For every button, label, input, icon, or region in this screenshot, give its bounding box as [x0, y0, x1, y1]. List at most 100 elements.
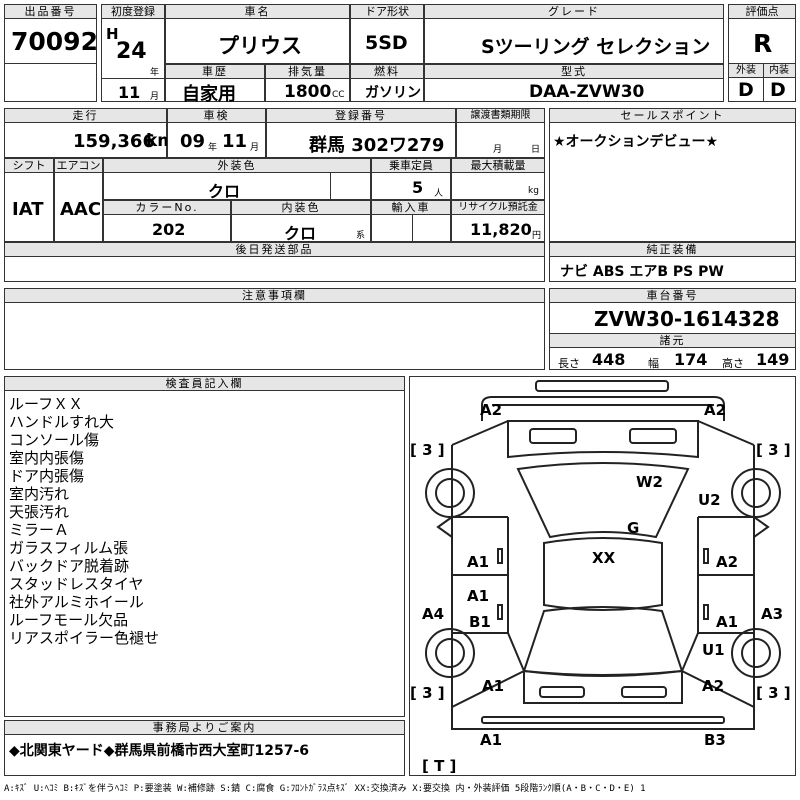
list-item: スタッドレスタイヤ: [9, 575, 144, 593]
history-header: 車歴: [166, 65, 264, 79]
list-item: ミラーＡ: [9, 521, 70, 539]
damage-bumper-left: A1: [480, 731, 503, 749]
year-unit: 年: [150, 68, 160, 78]
rear-right-tire: [731, 628, 781, 678]
list-item: リアスポイラー色褪せ: [9, 629, 160, 647]
mileage-header: 走行: [5, 109, 166, 123]
grade: Sツーリング セレクション: [481, 36, 711, 58]
inspection-year: 09: [180, 131, 206, 152]
max-load-header: 最大積載量: [452, 159, 544, 173]
sales-point-header: セールスポイント: [550, 109, 795, 123]
front-left-tire: [425, 468, 475, 518]
office-box: 事務局よりご案内 ◆北関東ヤード◆群馬県前橋市西大室町1257-6: [4, 720, 405, 776]
inspector-box: 検査員記入欄 ルーフＸＸ ハンドルすれ大 コンソール傷 室内内張傷 ドア内張傷 …: [4, 376, 405, 717]
grade-box: グレード Sツーリング セレクション: [424, 4, 724, 64]
interior-color: クロ: [284, 224, 317, 243]
length: 448: [592, 350, 626, 369]
person-unit: 人: [434, 189, 444, 199]
model-box: 型式 DAA-ZVW30: [424, 64, 724, 102]
rear-bumper-shape: [481, 716, 725, 724]
list-item: ルーフモール欠品: [9, 611, 129, 629]
damage-fender-right: U2: [698, 491, 721, 509]
genuine-equipment: ナビ ABS エアB PS PW: [560, 264, 724, 280]
inspection-month-unit: 月: [250, 143, 260, 153]
genuine-equipment-box: 純正装備 ナビ ABS エアB PS PW: [549, 242, 796, 282]
score-box: 評価点 R 外装 内装 D D: [728, 4, 796, 102]
color-no-header: カラーNo.: [104, 201, 230, 215]
ext-color-box: 外装色 クロ: [103, 158, 371, 201]
shift: IAT: [12, 199, 44, 220]
damage-door-front-right: A2: [716, 553, 739, 571]
damage-hood: W2: [636, 473, 663, 491]
capacity-header: 乗車定員: [372, 159, 450, 173]
ext-color-header: 外装色: [104, 159, 370, 173]
month-unit: 月: [150, 92, 160, 102]
first-registration-box: 初度登録 H 24 年 11 月: [101, 4, 165, 102]
color-no-box: カラーNo. 202: [103, 200, 231, 242]
tire-front-left: [ 3 ]: [410, 441, 445, 459]
office-header: 事務局よりご案内: [5, 721, 404, 735]
color-number: 202: [152, 220, 186, 239]
office-notice: ◆北関東ヤード◆群馬県前橋市西大室町1257-6: [9, 743, 310, 759]
later-parts-header: 後日発送部品: [5, 243, 544, 257]
specs-header: 諸元: [550, 333, 795, 348]
sales-point: ★オークションデビュー★: [553, 134, 719, 150]
yen-unit: 円: [532, 231, 542, 241]
damage-door-front-left: A1: [467, 553, 490, 571]
car-name: プリウス: [218, 34, 302, 58]
list-item: 社外アルミホイール: [9, 593, 144, 611]
width: 174: [674, 350, 708, 369]
tire-front-right: [ 3 ]: [756, 441, 791, 459]
import-header: 輸入車: [372, 201, 450, 215]
inspector-header: 検査員記入欄: [5, 377, 404, 391]
door-box: ドア形状 5SD: [350, 4, 424, 64]
inspection-year-unit: 年: [208, 143, 218, 153]
inspection-header: 車検: [168, 109, 265, 123]
damage-rear-left: A1: [482, 677, 505, 695]
list-item: コンソール傷: [9, 431, 100, 449]
front-right-tire: [731, 468, 781, 518]
kei-unit: 系: [356, 231, 366, 241]
inspection-month: 11: [222, 131, 248, 152]
chassis-header: 車台番号: [550, 289, 795, 303]
tire-rear-right: [ 3 ]: [756, 684, 791, 702]
list-item: バックドア脱着跡: [9, 557, 130, 575]
registration-month: 11: [118, 83, 141, 102]
first-registration-header: 初度登録: [102, 5, 164, 19]
deadline-day-unit: 日: [531, 145, 541, 155]
list-item: ガラスフィルム張: [9, 539, 129, 557]
front-bumper-shape: [535, 380, 669, 392]
model-header: 型式: [425, 65, 723, 79]
chassis-box: 車台番号 ZVW30-1614328 諸元 長さ 448 幅 174 高さ 14…: [549, 288, 796, 370]
recycle-box: リサイクル預託金 11,820 円: [451, 200, 545, 242]
car-name-box: 車名 プリウス: [165, 4, 350, 64]
recycle-fee: 11,820: [470, 220, 532, 239]
chassis-number: ZVW30-1614328: [594, 307, 780, 331]
kg-unit: kg: [528, 186, 539, 196]
list-item: ドア内張傷: [9, 467, 85, 485]
plate-header: 登録番号: [267, 109, 455, 123]
plate-number: 群馬 302ワ279: [309, 135, 445, 156]
hood-outline: [507, 420, 699, 459]
lot-number-box: 出品番号 70092: [4, 4, 98, 102]
max-load-box: 最大積載量 kg: [451, 158, 545, 200]
plate-box: 登録番号 群馬 302ワ279: [266, 108, 456, 158]
interior-header: 内装: [763, 64, 795, 78]
history-box: 車歴 自家用: [165, 64, 265, 105]
front-body-outline: [481, 396, 725, 421]
lot-number: 70092: [11, 27, 98, 56]
list-item: 室内内張傷: [9, 449, 85, 467]
registration-year: 24: [116, 39, 147, 64]
deadline-month-unit: 月: [493, 145, 503, 155]
displacement: 1800: [284, 82, 332, 102]
damage-front-left: A2: [480, 401, 503, 419]
notes-header: 注意事項欄: [5, 289, 544, 303]
damage-rocker-left: B1: [469, 613, 491, 631]
list-item: 天張汚れ: [9, 503, 70, 521]
mileage-box: 走行 159,366 km: [4, 108, 175, 158]
height: 149: [756, 350, 790, 369]
cc-unit: CC: [332, 90, 345, 100]
interior-score: D: [770, 79, 786, 101]
damage-rocker-left-side: A4: [422, 605, 445, 623]
length-label: 長さ: [558, 357, 580, 370]
